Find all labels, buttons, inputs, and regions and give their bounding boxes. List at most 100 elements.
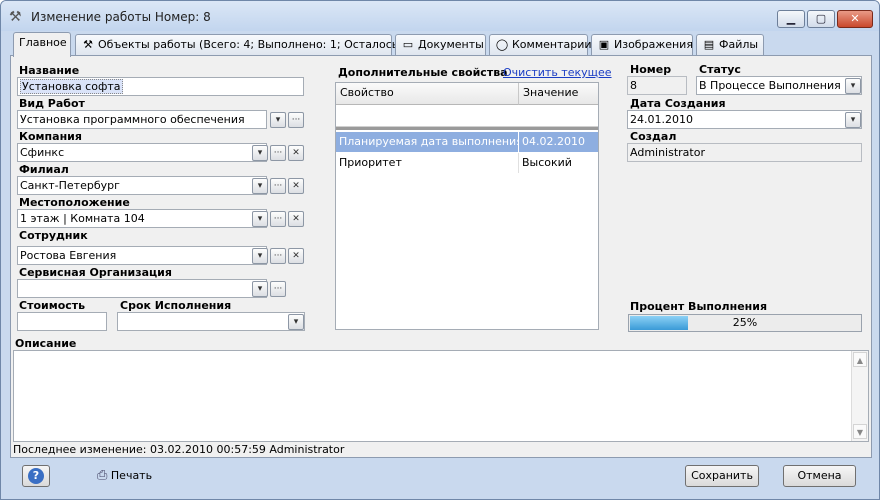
service-org-browse-button[interactable]: ··· <box>270 281 286 297</box>
created-value: 24.01.2010 <box>630 113 693 126</box>
work-type-browse-button[interactable]: ··· <box>288 112 304 128</box>
window-title: Изменение работы Номер: 8 <box>31 10 211 24</box>
location-clear-button[interactable]: ✕ <box>288 211 304 227</box>
clear-icon: ✕ <box>292 181 300 191</box>
properties-grid: Свойство Значение Планируемая дата выпол… <box>335 82 599 330</box>
work-type-dropdown-button[interactable]: ▾ <box>270 112 286 128</box>
company-dropdown-button[interactable]: ▾ <box>252 145 268 161</box>
location-browse-button[interactable]: ··· <box>270 211 286 227</box>
deadline-dropdown-button[interactable]: ▾ <box>288 314 304 330</box>
col-property-header[interactable]: Свойство <box>336 83 519 105</box>
work-type-label: Вид Работ <box>19 97 85 110</box>
work-type-value: Установка программного обеспечения <box>20 113 245 126</box>
location-value: 1 этаж | Комната 104 <box>20 212 145 225</box>
location-field[interactable]: 1 этаж | Комната 104 <box>17 209 267 228</box>
clear-icon: ✕ <box>292 251 300 261</box>
save-button[interactable]: Сохранить <box>685 465 759 487</box>
status-field[interactable]: В Процессе Выполнения <box>696 76 862 95</box>
deadline-field[interactable] <box>117 312 305 331</box>
deadline-label: Срок Исполнения <box>120 299 232 312</box>
clear-icon: ✕ <box>292 148 300 158</box>
tab-images[interactable]: ▣ Изображения <box>591 34 693 55</box>
main-panel: Название Установка софта Вид Работ Устан… <box>10 55 872 458</box>
progress-label: Процент Выполнения <box>630 300 768 313</box>
creator-value: Administrator <box>630 146 705 159</box>
location-dropdown-button[interactable]: ▾ <box>252 211 268 227</box>
company-clear-button[interactable]: ✕ <box>288 145 304 161</box>
employee-dropdown-button[interactable]: ▾ <box>252 248 268 264</box>
description-scrollbar[interactable]: ▲ ▼ <box>851 351 868 441</box>
close-button[interactable]: ✕ <box>837 10 873 28</box>
tab-work-objects[interactable]: ⚒ Объекты работы (Всего: 4; Выполнено: 1;… <box>75 34 417 55</box>
table-row-property[interactable]: Планируемая дата выполнения <box>336 132 519 152</box>
tab-bar: Главное ⚒ Объекты работы (Всего: 4; Выпол… <box>11 32 871 57</box>
minimize-icon: ▁ <box>786 12 796 25</box>
print-button[interactable]: ⎙ Печать <box>97 468 152 483</box>
employee-value: Ростова Евгения <box>20 249 117 262</box>
scroll-up-icon[interactable]: ▲ <box>853 352 867 367</box>
table-row-value[interactable]: Высокий <box>519 153 598 173</box>
table-row-value[interactable]: 04.02.2010 <box>519 132 598 152</box>
work-type-field[interactable]: Установка программного обеспечения <box>17 110 267 129</box>
status-dropdown-button[interactable]: ▾ <box>845 78 861 94</box>
comment-icon: ◯ <box>495 38 509 51</box>
clear-current-link[interactable]: Очистить текущее <box>503 66 612 79</box>
tools-icon: ⚒ <box>9 9 22 25</box>
tab-main[interactable]: Главное <box>13 32 71 57</box>
chevron-down-icon: ▾ <box>850 81 856 91</box>
chevron-down-icon: ▾ <box>850 115 856 125</box>
print-label: Печать <box>110 469 153 482</box>
new-row[interactable] <box>336 105 598 127</box>
created-field[interactable]: 24.01.2010 <box>627 110 862 129</box>
branch-label: Филиал <box>19 163 69 176</box>
description-textarea[interactable]: ▲ ▼ <box>13 350 869 442</box>
edit-work-window: ⚒ Изменение работы Номер: 8 ▁ ▢ ✕ Главно… <box>0 0 880 500</box>
ellipsis-icon: ··· <box>273 181 283 191</box>
clear-icon: ✕ <box>292 214 300 224</box>
ellipsis-icon: ··· <box>273 284 283 294</box>
employee-field[interactable]: Ростова Евгения <box>17 246 267 265</box>
progress-text: 25% <box>732 316 758 329</box>
chevron-down-icon: ▾ <box>293 317 299 327</box>
cost-label: Стоимость <box>19 299 86 312</box>
tab-comments[interactable]: ◯ Комментарии <box>489 34 592 55</box>
company-browse-button[interactable]: ··· <box>270 145 286 161</box>
tab-files[interactable]: ▤ Файлы <box>696 34 764 55</box>
chevron-down-icon: ▾ <box>257 251 263 261</box>
props-title: Дополнительные свойства <box>338 66 508 79</box>
col-value-header[interactable]: Значение <box>519 83 598 105</box>
service-org-field[interactable] <box>17 279 267 298</box>
branch-browse-button[interactable]: ··· <box>270 178 286 194</box>
employee-browse-button[interactable]: ··· <box>270 248 286 264</box>
tools-icon: ⚒ <box>83 38 93 51</box>
company-field[interactable]: Сфинкс <box>17 143 267 162</box>
tab-documents[interactable]: ▭ Документы <box>395 34 486 55</box>
creator-field: Administrator <box>627 143 862 162</box>
chevron-down-icon: ▾ <box>257 284 263 294</box>
maximize-button[interactable]: ▢ <box>807 10 835 28</box>
chevron-down-icon: ▾ <box>257 181 263 191</box>
tab-files-label: Файлы <box>719 38 759 51</box>
branch-dropdown-button[interactable]: ▾ <box>252 178 268 194</box>
ellipsis-icon: ··· <box>291 115 301 125</box>
branch-clear-button[interactable]: ✕ <box>288 178 304 194</box>
cancel-button[interactable]: Отмена <box>783 465 856 487</box>
description-label: Описание <box>15 337 77 350</box>
branch-field[interactable]: Санкт-Петербург <box>17 176 267 195</box>
table-row-property[interactable]: Приоритет <box>336 153 519 173</box>
service-org-dropdown-button[interactable]: ▾ <box>252 281 268 297</box>
scroll-down-icon[interactable]: ▼ <box>853 424 867 439</box>
last-modified-status: Последнее изменение: 03.02.2010 00:57:59… <box>13 443 345 456</box>
name-input[interactable]: Установка софта <box>17 77 304 96</box>
folder-icon: ▤ <box>703 38 715 51</box>
tab-work-objects-label: Объекты работы (Всего: 4; Выполнено: 1; … <box>98 38 417 51</box>
maximize-icon: ▢ <box>815 12 827 25</box>
tab-documents-label: Документы <box>418 38 484 51</box>
help-button[interactable]: ? <box>22 465 50 487</box>
employee-clear-button[interactable]: ✕ <box>288 248 304 264</box>
created-label: Дата Создания <box>630 97 726 110</box>
tab-images-label: Изображения <box>614 38 693 51</box>
minimize-button[interactable]: ▁ <box>777 10 805 28</box>
cost-input[interactable] <box>17 312 107 331</box>
created-dropdown-button[interactable]: ▾ <box>845 112 861 128</box>
